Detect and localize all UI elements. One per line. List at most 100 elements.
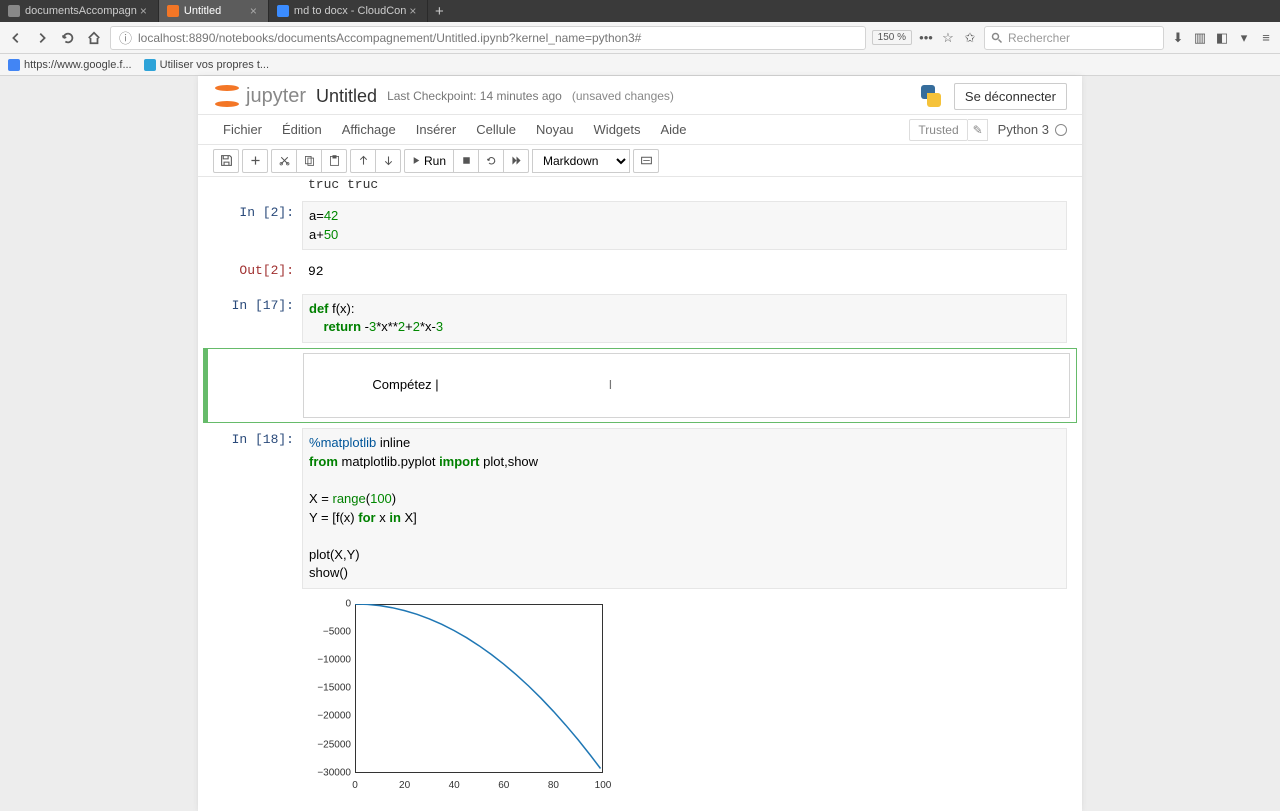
x-tick-label: 20 — [399, 780, 410, 791]
menu-edit[interactable]: Édition — [272, 116, 332, 143]
star-outline-icon[interactable]: ☆ — [940, 30, 956, 46]
globe-icon — [8, 59, 20, 71]
close-icon[interactable]: × — [247, 4, 260, 18]
stop-button[interactable] — [453, 149, 479, 173]
y-tick-label: −20000 — [306, 711, 351, 722]
python-logo-icon — [918, 83, 944, 109]
pocket-icon[interactable]: ▾ — [1236, 30, 1252, 46]
move-down-button[interactable] — [375, 149, 401, 173]
cell-prompt: In [17]: — [207, 294, 302, 343]
save-button[interactable] — [213, 149, 239, 173]
menu-cell[interactable]: Cellule — [466, 116, 526, 143]
move-up-button[interactable] — [350, 149, 376, 173]
menu-widgets[interactable]: Widgets — [584, 116, 651, 143]
bookmarks-bar: https://www.google.f... Utiliser vos pro… — [0, 54, 1280, 76]
menu-kernel[interactable]: Noyau — [526, 116, 584, 143]
download-icon[interactable]: ⬇ — [1170, 30, 1186, 46]
cell-prompt: Out[2]: — [207, 259, 302, 285]
menu-help[interactable]: Aide — [651, 116, 697, 143]
zoom-level[interactable]: 150 % — [872, 30, 912, 45]
paste-button[interactable] — [321, 149, 347, 173]
x-tick-label: 80 — [548, 780, 559, 791]
library-icon[interactable]: ▥ — [1192, 30, 1208, 46]
home-button[interactable] — [84, 28, 104, 48]
tab-label: documentsAccompagn — [25, 5, 137, 17]
plot-output: 0−5000−10000−15000−20000−25000−300000204… — [306, 601, 616, 791]
code-cell[interactable]: In [17]: def f(x): return -3*x**2+2*x-3 — [203, 290, 1077, 347]
cut-button[interactable] — [271, 149, 297, 173]
cell-input-active[interactable]: Compétez |I — [303, 353, 1070, 419]
globe-icon — [144, 59, 156, 71]
dots-icon[interactable]: ••• — [918, 30, 934, 46]
run-button[interactable]: Run — [404, 149, 454, 173]
truncated-text: truc truc — [198, 177, 1082, 196]
menu-view[interactable]: Affichage — [332, 116, 406, 143]
x-tick-label: 40 — [449, 780, 460, 791]
cell-prompt — [208, 353, 303, 419]
browser-tab[interactable]: documentsAccompagn × — [0, 0, 159, 22]
markdown-cell-editing[interactable]: Compétez |I — [203, 348, 1077, 424]
cell-input[interactable]: %matplotlib inline from matplotlib.pyplo… — [302, 428, 1067, 588]
code-cell[interactable]: In [18]: %matplotlib inline from matplot… — [203, 424, 1077, 592]
cell-type-select[interactable]: Markdown — [532, 149, 630, 173]
bookmark-item[interactable]: Utiliser vos propres t... — [144, 59, 269, 71]
search-placeholder: Rechercher — [1008, 31, 1070, 45]
tab-favicon — [8, 5, 20, 17]
cell-prompt: In [2]: — [207, 201, 302, 250]
text-cursor-icon: I — [609, 377, 613, 392]
logout-button[interactable]: Se déconnecter — [954, 83, 1067, 110]
y-tick-label: −5000 — [306, 626, 351, 637]
notebook-body[interactable]: truc truc In [2]: a=42 a+50 Out[2]: 92 I… — [198, 177, 1082, 811]
x-tick-label: 60 — [498, 780, 509, 791]
jupyter-logo-text: jupyter — [246, 85, 306, 108]
output-cell: Out[2]: 92 — [203, 255, 1077, 289]
notebook-header: jupyter Untitled Last Checkpoint: 14 min… — [198, 76, 1082, 115]
notebook-title[interactable]: Untitled — [316, 86, 377, 107]
cell-output: 92 — [302, 259, 1067, 285]
reload-button[interactable] — [58, 28, 78, 48]
site-info-icon[interactable]: ⓘ — [119, 28, 132, 47]
y-tick-label: −30000 — [306, 767, 351, 778]
cell-input[interactable]: a=42 a+50 — [302, 201, 1067, 250]
search-input[interactable]: Rechercher — [984, 26, 1164, 50]
command-palette-button[interactable] — [633, 149, 659, 173]
bookmark-item[interactable]: https://www.google.f... — [8, 59, 132, 71]
tab-label: md to docx - CloudCon — [294, 5, 407, 17]
new-tab-button[interactable]: + — [428, 0, 450, 22]
unsaved-text: (unsaved changes) — [572, 89, 674, 103]
toolbar: Run Markdown — [198, 145, 1082, 177]
close-icon[interactable]: × — [406, 4, 419, 18]
copy-button[interactable] — [296, 149, 322, 173]
menu-file[interactable]: Fichier — [213, 116, 272, 143]
edit-icon[interactable]: ✎ — [968, 119, 988, 141]
trusted-badge[interactable]: Trusted — [909, 119, 967, 141]
browser-tab-strip: documentsAccompagn × Untitled × md to do… — [0, 0, 1280, 22]
jupyter-logo[interactable]: jupyter — [213, 82, 306, 110]
bookmark-label: https://www.google.f... — [24, 59, 132, 71]
bookmark-label: Utiliser vos propres t... — [160, 59, 269, 71]
tab-label: Untitled — [184, 5, 221, 17]
sidebar-icon[interactable]: ◧ — [1214, 30, 1230, 46]
browser-tab[interactable]: md to docx - CloudCon × — [269, 0, 429, 22]
restart-run-all-button[interactable] — [503, 149, 529, 173]
x-tick-label: 100 — [595, 780, 612, 791]
jupyter-logo-icon — [213, 82, 241, 110]
menubar: Fichier Édition Affichage Insérer Cellul… — [198, 115, 1082, 145]
code-cell[interactable]: In [2]: a=42 a+50 — [203, 197, 1077, 254]
tab-favicon — [277, 5, 289, 17]
forward-button[interactable] — [32, 28, 52, 48]
close-icon[interactable]: × — [137, 4, 150, 18]
add-cell-button[interactable] — [242, 149, 268, 173]
browser-tab-active[interactable]: Untitled × — [159, 0, 269, 22]
x-tick-label: 0 — [352, 780, 358, 791]
menu-icon[interactable]: ≡ — [1258, 30, 1274, 46]
url-bar[interactable]: ⓘ localhost:8890/notebooks/documentsAcco… — [110, 26, 866, 50]
back-button[interactable] — [6, 28, 26, 48]
menu-insert[interactable]: Insérer — [406, 116, 466, 143]
y-tick-label: 0 — [306, 598, 351, 609]
browser-toolbar: ⓘ localhost:8890/notebooks/documentsAcco… — [0, 22, 1280, 54]
restart-button[interactable] — [478, 149, 504, 173]
kernel-label[interactable]: Python 3 — [998, 122, 1067, 137]
star-icon[interactable]: ✩ — [962, 30, 978, 46]
cell-input[interactable]: def f(x): return -3*x**2+2*x-3 — [302, 294, 1067, 343]
